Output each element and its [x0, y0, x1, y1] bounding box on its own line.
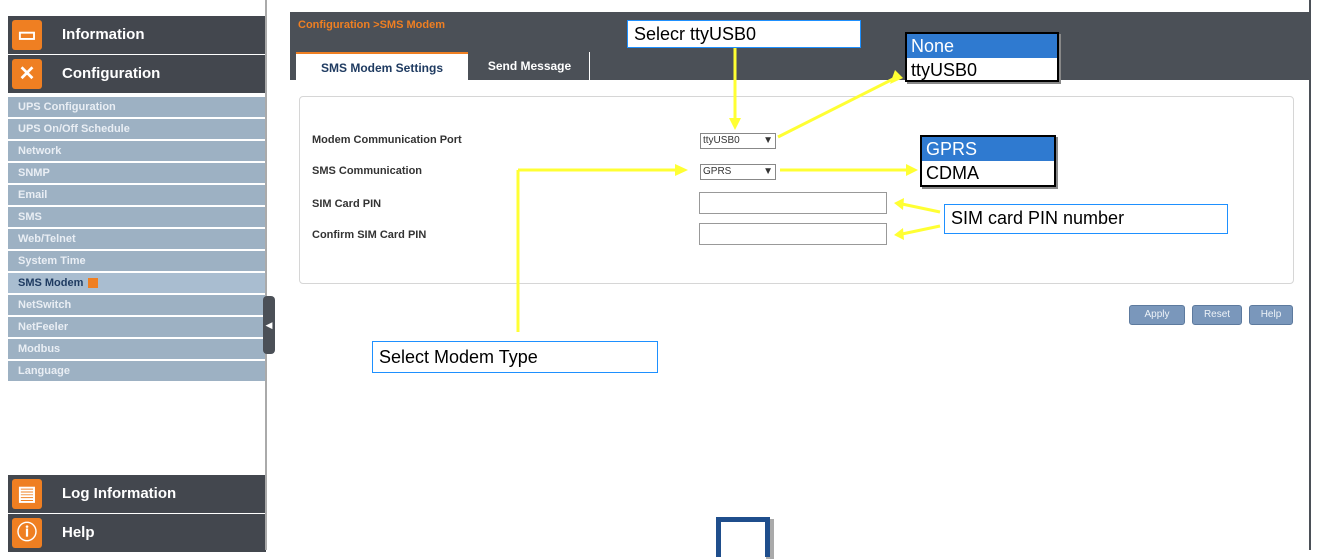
modem-type-callout: Select Modem Type: [372, 341, 658, 373]
port-option-ttyusb0: ttyUSB0: [911, 60, 978, 80]
sms-option-cdma: CDMA: [926, 163, 979, 183]
sim-pin-callout: SIM card PIN number: [944, 204, 1228, 234]
select-port-callout: Selecr ttyUSB0: [627, 20, 861, 48]
port-options-dropdown: None ttyUSB0: [905, 32, 1059, 82]
port-option-none: None: [907, 34, 1057, 58]
annotation-arrows: [516, 47, 941, 332]
sms-options-dropdown: GPRS CDMA: [920, 135, 1056, 187]
decorative-box: [716, 517, 770, 557]
sms-option-gprs: GPRS: [922, 137, 1054, 161]
